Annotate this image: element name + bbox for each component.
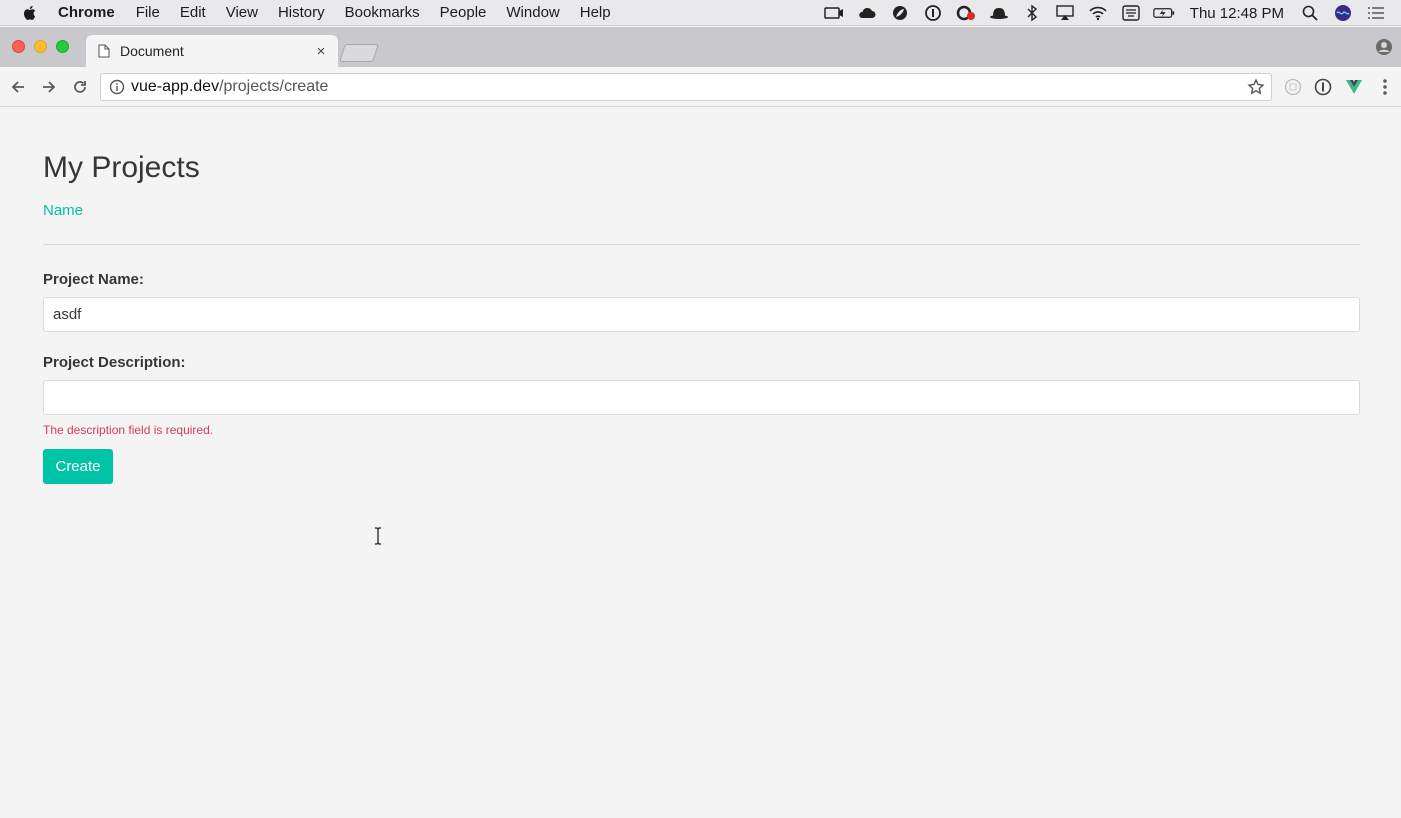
bluetooth-icon[interactable]: [1021, 4, 1043, 22]
alfred-hat-icon[interactable]: [988, 4, 1010, 22]
window-minimize-button[interactable]: [34, 40, 47, 53]
project-name-input[interactable]: [43, 297, 1360, 332]
url-path: /projects/create: [219, 78, 329, 95]
url-host: vue-app.dev: [131, 78, 220, 95]
battery-charging-icon[interactable]: [1153, 4, 1175, 22]
menu-app-chrome[interactable]: Chrome: [58, 0, 115, 26]
menu-file[interactable]: File: [136, 0, 160, 26]
extension-vue-devtools-icon[interactable]: [1344, 77, 1364, 97]
bookmark-star-icon[interactable]: [1247, 78, 1265, 96]
text-cursor-icon: [375, 527, 381, 545]
tab-title: Document: [120, 43, 184, 59]
creative-cloud-icon[interactable]: [955, 4, 977, 22]
spotlight-search-icon[interactable]: [1299, 4, 1321, 22]
extension-onepassword-icon[interactable]: [1313, 77, 1333, 97]
extension-blocker-icon[interactable]: [1283, 77, 1303, 97]
chrome-menu-icon[interactable]: [1375, 77, 1395, 97]
browser-tab-strip: Document ×: [0, 27, 1401, 67]
profile-avatar-icon[interactable]: [1375, 38, 1393, 56]
document-icon: [98, 44, 110, 58]
airplay-icon[interactable]: [1054, 4, 1076, 22]
new-tab-button[interactable]: [339, 44, 379, 62]
menu-help[interactable]: Help: [580, 0, 611, 26]
screen-record-icon[interactable]: [823, 4, 845, 22]
project-name-label: Project Name:: [43, 271, 144, 288]
cloud-icon[interactable]: [856, 4, 878, 22]
forward-arrow-icon[interactable]: [39, 77, 59, 97]
section-divider: [43, 244, 1360, 245]
menu-edit[interactable]: Edit: [180, 0, 206, 26]
menu-view[interactable]: View: [226, 0, 258, 26]
window-zoom-button[interactable]: [56, 40, 69, 53]
menu-people[interactable]: People: [440, 0, 487, 26]
wifi-icon[interactable]: [1087, 4, 1109, 22]
create-project-form: Project Name: Project Description: The d…: [43, 271, 1360, 484]
reload-icon[interactable]: [70, 77, 90, 97]
apple-icon[interactable]: [21, 4, 39, 22]
back-arrow-icon[interactable]: [8, 77, 28, 97]
browser-toolbar: vue-app.dev/projects/create: [0, 67, 1401, 107]
leaf-icon[interactable]: [889, 4, 911, 22]
keyboard-icon[interactable]: [1120, 4, 1142, 22]
description-error-message: The description field is required.: [43, 423, 214, 437]
page-content: My Projects Name Project Name: Project D…: [43, 108, 1360, 484]
notification-center-icon[interactable]: [1365, 4, 1387, 22]
onepassword-icon[interactable]: [922, 4, 944, 22]
status-area: Thu 12:48 PM: [823, 0, 1387, 26]
menu-bookmarks[interactable]: Bookmarks: [345, 0, 420, 26]
macos-menubar: Chrome File Edit View History Bookmarks …: [0, 0, 1401, 26]
menubar-clock[interactable]: Thu 12:48 PM: [1190, 5, 1284, 22]
projects-name-link[interactable]: Name: [43, 202, 83, 219]
create-button[interactable]: Create: [43, 449, 113, 484]
menu-window[interactable]: Window: [506, 0, 559, 26]
site-info-icon[interactable]: [109, 79, 125, 95]
project-description-label: Project Description:: [43, 354, 186, 371]
address-bar[interactable]: vue-app.dev/projects/create: [100, 73, 1272, 101]
window-close-button[interactable]: [12, 40, 25, 53]
menu-history[interactable]: History: [278, 0, 325, 26]
browser-tab-active[interactable]: Document ×: [86, 35, 338, 67]
tab-close-icon[interactable]: ×: [310, 40, 332, 62]
siri-icon[interactable]: [1332, 4, 1354, 22]
page-title: My Projects: [43, 151, 200, 184]
project-description-input[interactable]: [43, 380, 1360, 415]
